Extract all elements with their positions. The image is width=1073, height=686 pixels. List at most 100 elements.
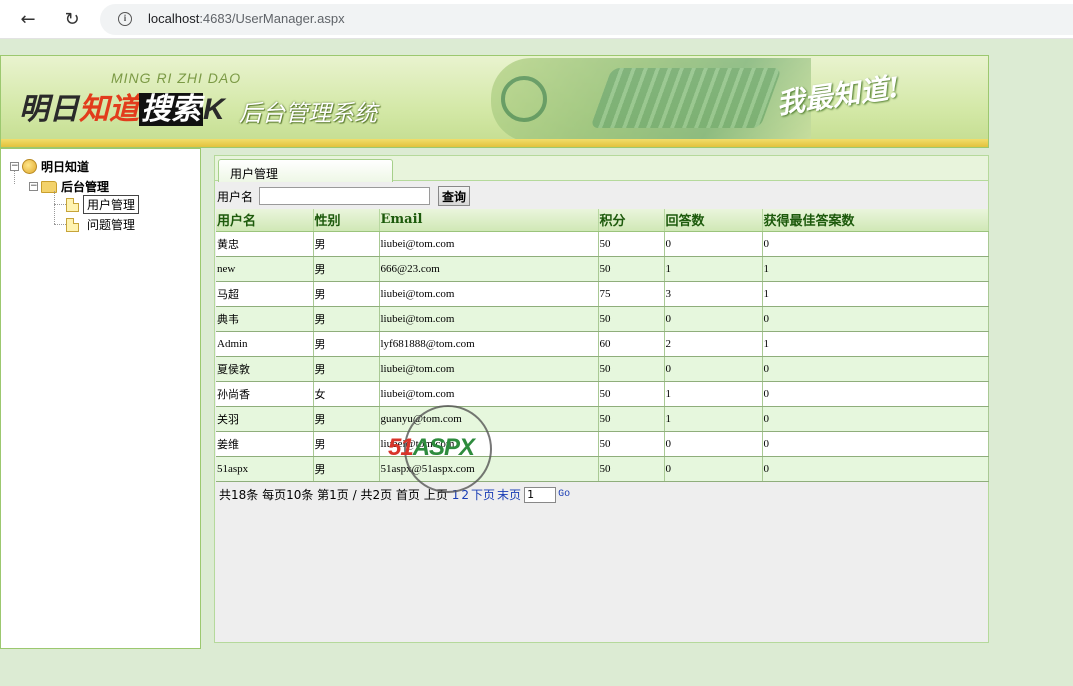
cell-best-answers: 0 <box>762 406 989 432</box>
username-input[interactable] <box>259 187 431 205</box>
main-panel: 用户管理 用户名 查询 用户名 性别 Email 积分 回答数 获得最佳答案数 … <box>214 155 989 643</box>
cell-best-answers: 1 <box>762 331 989 357</box>
cell-points: 75 <box>598 281 665 307</box>
tree-admin-label[interactable]: 后台管理 <box>61 178 109 195</box>
col-header-answers: 回答数 <box>664 209 763 232</box>
cell-username: 典韦 <box>216 306 314 332</box>
tree-item-label[interactable]: 用户管理 <box>83 195 140 214</box>
cell-answers: 3 <box>664 281 763 307</box>
table-row[interactable]: 典韦男 liubei@tom.com 50 0 0 <box>216 306 989 332</box>
logo-text-3: 搜索 <box>139 93 203 126</box>
cell-email: liubei@tom.com <box>379 231 599 257</box>
cell-gender: 男 <box>313 256 380 282</box>
search-label: 用户名 <box>217 189 254 204</box>
col-header-username: 用户名 <box>216 209 314 232</box>
table-row[interactable]: Admin 男 lyf681888@tom.com 60 2 1 <box>216 331 989 357</box>
col-header-gender: 性别 <box>313 209 380 232</box>
cell-answers: 0 <box>664 231 763 257</box>
system-name: 后台管理系统 <box>239 100 377 126</box>
cell-best-answers: 0 <box>762 381 989 407</box>
url-path: :4683/UserManager.aspx <box>199 11 345 26</box>
root-icon <box>22 159 37 174</box>
url-host: localhost <box>148 11 200 26</box>
cell-gender: 男 <box>313 306 380 332</box>
cell-gender: 男 <box>313 431 380 457</box>
cell-best-answers: 1 <box>762 281 989 307</box>
back-icon[interactable]: ← <box>15 6 41 32</box>
cell-best-answers: 0 <box>762 306 989 332</box>
tree-root[interactable]: − 明日知道 <box>10 158 89 175</box>
cell-email: lyf681888@tom.com <box>379 331 599 357</box>
goto-page-input[interactable]: 1 <box>524 486 557 503</box>
table-row[interactable]: 夏侯敦男 liubei@tom.com 50 0 0 <box>216 356 989 382</box>
col-header-points: 积分 <box>598 209 665 232</box>
cell-gender: 女 <box>313 381 380 407</box>
collapse-icon[interactable]: − <box>10 162 19 171</box>
watermark-text-red: 51 <box>388 434 414 461</box>
url-text[interactable]: localhost:4683/UserManager.aspx <box>148 11 345 26</box>
tree-item-user-manage[interactable]: 用户管理 <box>66 195 140 214</box>
logo-text-1: 明日 <box>19 93 79 126</box>
cell-username: new <box>216 256 314 282</box>
info-icon[interactable]: i <box>118 12 132 26</box>
tab-user-manage[interactable]: 用户管理 <box>218 159 393 182</box>
collapse-icon[interactable]: − <box>29 182 38 191</box>
pager-next[interactable]: 下页 <box>471 486 495 503</box>
cell-username: 姜维 <box>216 431 314 457</box>
cell-username: 马超 <box>216 281 314 307</box>
cell-answers: 0 <box>664 306 763 332</box>
tab-bar: 用户管理 <box>215 156 988 182</box>
browser-toolbar: ← ↻ i localhost:4683/UserManager.aspx <box>0 0 1073 39</box>
table-row[interactable]: new 男 666@23.com 50 1 1 <box>216 256 989 282</box>
cell-gender: 男 <box>313 356 380 382</box>
cell-points: 50 <box>598 306 665 332</box>
cell-username: 孙尚香 <box>216 381 314 407</box>
cell-points: 60 <box>598 331 665 357</box>
tree-item-question-manage[interactable]: 问题管理 <box>66 216 135 233</box>
table-row[interactable]: 51aspx 男 51aspx@51aspx.com 50 0 0 <box>216 456 989 482</box>
col-header-email: Email <box>379 209 599 232</box>
cell-username: 关羽 <box>216 406 314 432</box>
cell-email: liubei@tom.com <box>379 306 599 332</box>
cell-points: 50 <box>598 431 665 457</box>
cell-best-answers: 0 <box>762 431 989 457</box>
user-table: 用户名 性别 Email 积分 回答数 获得最佳答案数 黄忠男 liubei@to… <box>216 209 989 482</box>
search-button[interactable]: 查询 <box>438 186 471 206</box>
tree-item-label[interactable]: 问题管理 <box>83 216 135 233</box>
tree-admin[interactable]: − 后台管理 <box>29 178 109 195</box>
pager-last[interactable]: 末页 <box>497 486 521 503</box>
cell-username: 黄忠 <box>216 231 314 257</box>
table-row[interactable]: 关羽男 guanyu@tom.com 50 1 0 <box>216 406 989 432</box>
site-banner: MING RI ZHI DAO 明日知道搜索K 后台管理系统 我最知道! <box>0 55 989 148</box>
cell-gender: 男 <box>313 281 380 307</box>
pager-summary: 共18条 每页10条 第1页 / 共2页 首页 上页 <box>219 488 448 502</box>
cell-best-answers: 0 <box>762 231 989 257</box>
cell-username: 51aspx <box>216 456 314 482</box>
banner-decoration <box>491 58 811 142</box>
reload-icon[interactable]: ↻ <box>59 6 85 32</box>
cell-gender: 男 <box>313 406 380 432</box>
pager: 共18条 每页10条 第1页 / 共2页 首页 上页 1 2 下页 末页 1 G… <box>219 486 570 503</box>
cell-best-answers: 0 <box>762 456 989 482</box>
tree-root-label[interactable]: 明日知道 <box>41 158 89 175</box>
cell-points: 50 <box>598 381 665 407</box>
cell-answers: 1 <box>664 406 763 432</box>
address-bar[interactable]: i localhost:4683/UserManager.aspx <box>100 4 1073 35</box>
cell-username: Admin <box>216 331 314 357</box>
cell-answers: 0 <box>664 456 763 482</box>
cell-points: 50 <box>598 406 665 432</box>
table-row[interactable]: 马超男 liubei@tom.com 75 3 1 <box>216 281 989 307</box>
table-row[interactable]: 黄忠男 liubei@tom.com 50 0 0 <box>216 231 989 257</box>
tree-line <box>54 204 66 205</box>
watermark-text-green: ASPX <box>412 434 475 461</box>
cell-best-answers: 0 <box>762 356 989 382</box>
cell-points: 50 <box>598 256 665 282</box>
table-row[interactable]: 孙尚香女 liubei@tom.com 50 1 0 <box>216 381 989 407</box>
banner-strip <box>1 139 988 147</box>
tree-line <box>14 171 15 184</box>
cell-answers: 1 <box>664 381 763 407</box>
cell-answers: 0 <box>664 356 763 382</box>
go-button[interactable]: Go <box>558 489 570 500</box>
site-logo: 明日知道搜索K <box>19 84 225 128</box>
table-row[interactable]: 姜维男 liubei@tom.com 50 0 0 <box>216 431 989 457</box>
